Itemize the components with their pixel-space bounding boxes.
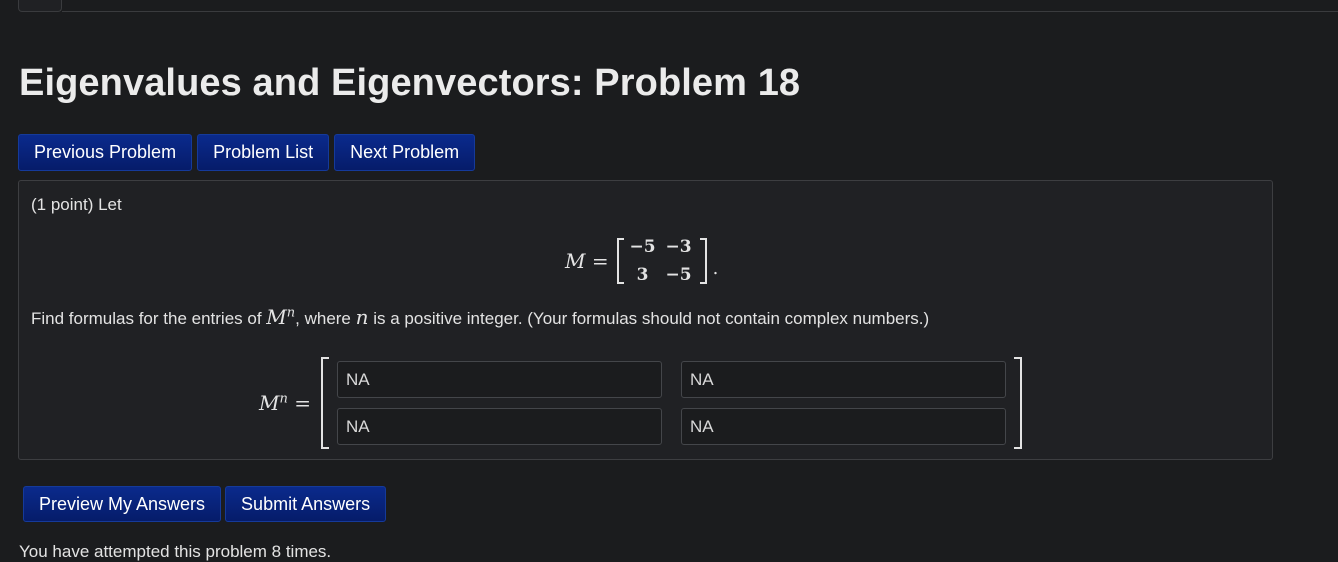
next-problem-button[interactable]: Next Problem: [334, 134, 476, 171]
statement-text-mid: , where: [295, 309, 356, 328]
right-bracket: [699, 238, 707, 284]
page-title: Eigenvalues and Eigenvectors: Problem 18: [19, 62, 801, 104]
top-bar: [0, 0, 1338, 12]
matrix-entries: −5 −3 3 −5: [624, 233, 700, 289]
statement-n-symbol: n: [355, 305, 369, 329]
problem-statement: Find formulas for the entries of Mn, whe…: [31, 305, 929, 329]
answer-left-bracket: [320, 357, 329, 449]
submit-answers-button[interactable]: Submit Answers: [225, 486, 387, 522]
matrix-definition: M = −5 −3 3 −5 .: [565, 233, 718, 289]
answer-matrix: Mn =: [259, 357, 1022, 449]
matrix-label: M =: [565, 249, 609, 273]
answer-input-12[interactable]: [680, 361, 1006, 398]
statement-matrix-symbol: Mn: [266, 305, 296, 329]
matrix-entry-11: −5: [629, 237, 656, 257]
answer-right-bracket: [1013, 357, 1022, 449]
matrix-entry-21: 3: [636, 265, 649, 285]
answer-actions: Preview My Answers Submit Answers: [23, 486, 387, 522]
left-bracket: [616, 238, 624, 284]
answer-input-21[interactable]: [336, 408, 662, 445]
matrix-entry-22: −5: [665, 265, 692, 285]
attempts-message: You have attempted this problem 8 times.: [19, 542, 332, 561]
matrix-period: .: [712, 257, 719, 279]
top-tab[interactable]: [18, 0, 62, 12]
preview-answers-button[interactable]: Preview My Answers: [23, 486, 222, 522]
answer-matrix-label: Mn =: [259, 391, 311, 415]
answer-input-22[interactable]: [680, 408, 1006, 445]
matrix-entry-12: −3: [665, 237, 692, 257]
answer-input-11[interactable]: [336, 361, 662, 398]
problem-navigation: Previous Problem Problem List Next Probl…: [18, 134, 476, 171]
problem-intro: (1 point) Let: [31, 195, 122, 214]
problem-list-button[interactable]: Problem List: [197, 134, 330, 171]
statement-text-before: Find formulas for the entries of: [31, 309, 267, 328]
previous-problem-button[interactable]: Previous Problem: [18, 134, 193, 171]
problem-panel: (1 point) Let M = −5 −3 3 −5 . Find form…: [18, 180, 1273, 460]
top-divider: [62, 11, 1338, 12]
answer-inputs: [336, 361, 1006, 445]
statement-text-after: is a positive integer. (Your formulas sh…: [368, 309, 930, 328]
